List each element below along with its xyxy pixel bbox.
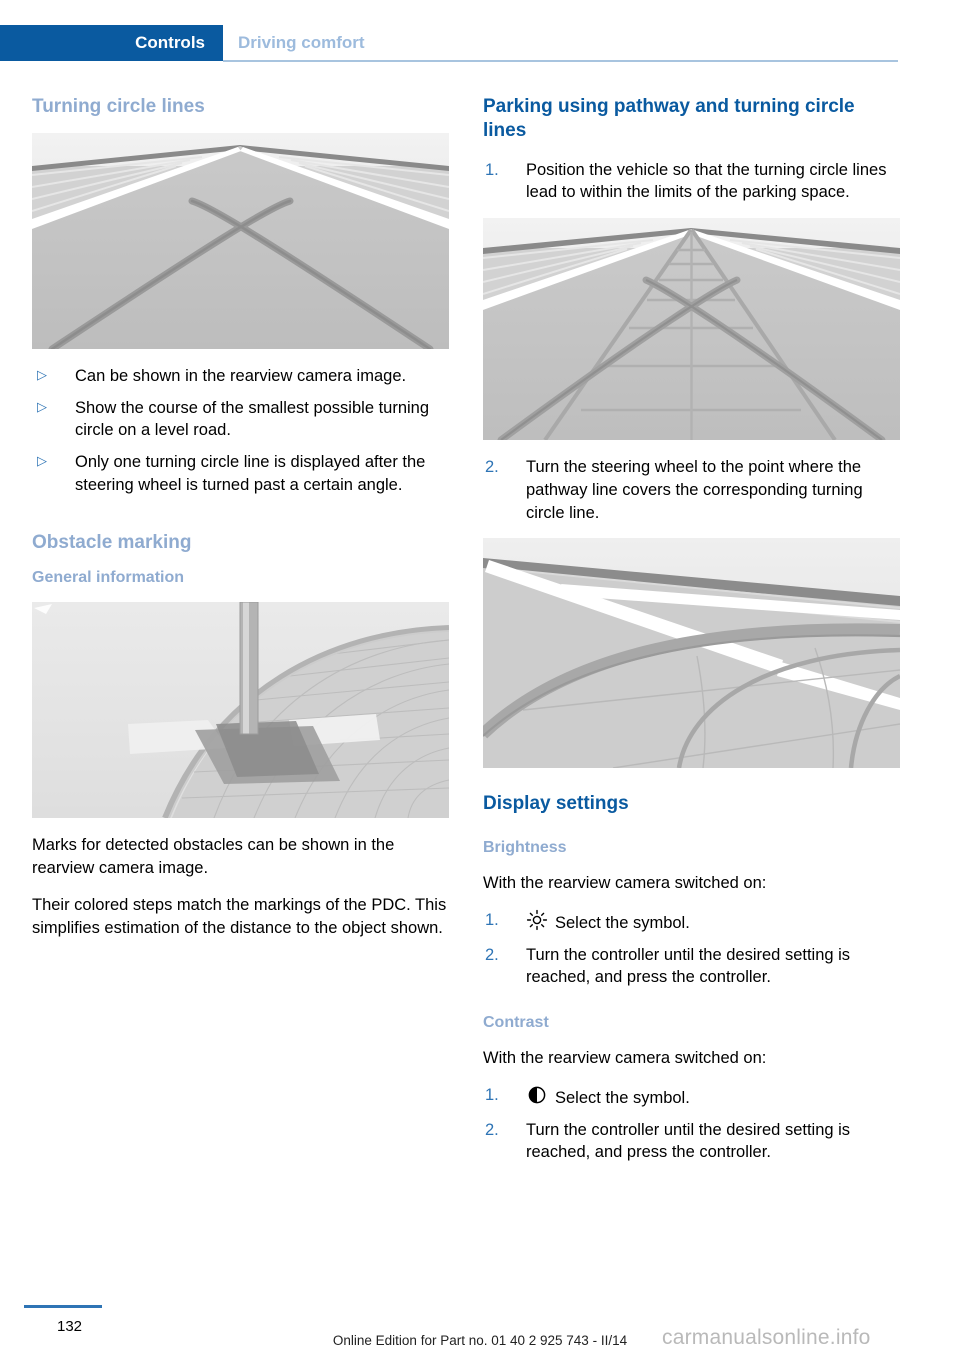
heading-brightness: Brightness bbox=[483, 839, 567, 857]
page-header: Controls Driving comfort bbox=[0, 25, 960, 61]
list-item-text: Turn the steering wheel to the point whe… bbox=[526, 458, 863, 522]
heading-contrast: Contrast bbox=[483, 1014, 549, 1032]
bullet-triangle-icon: ▷ bbox=[37, 366, 47, 382]
step-number: 2. bbox=[485, 945, 499, 964]
bullet-triangle-icon: ▷ bbox=[37, 453, 47, 469]
heading-general-information: General information bbox=[32, 569, 185, 587]
contrast-half-circle-icon bbox=[526, 1084, 548, 1104]
breadcrumb-tab-driving-comfort[interactable]: Driving comfort bbox=[238, 25, 365, 61]
parking-steps-list-first: 1. Position the vehicle so that the turn… bbox=[483, 159, 900, 205]
contrast-steps-list: 1. Select the symbol. 2. Turn the contro… bbox=[483, 1084, 900, 1164]
brightness-intro: With the rearview camera switched on: bbox=[483, 874, 767, 893]
parking-steps-list-second: 2. Turn the steering wheel to the point … bbox=[483, 456, 900, 524]
list-item-text: Position the vehicle so that the turning… bbox=[526, 160, 887, 202]
list-item: 1. Select the symbol. bbox=[483, 1084, 900, 1110]
figure-pathway-turning-lines bbox=[483, 218, 900, 441]
list-item-text: Select the symbol. bbox=[555, 913, 690, 932]
list-item: 2. Turn the controller until the desired… bbox=[483, 944, 900, 990]
heading-turning-circle-lines: Turning circle lines bbox=[32, 96, 205, 117]
list-item-text: Turn the controller until the desired se… bbox=[526, 1120, 851, 1162]
list-item: 1. Position the vehicle so that the turn… bbox=[483, 159, 900, 205]
list-item: ▷ Can be shown in the rearview camera im… bbox=[32, 365, 449, 388]
figure-pathway-covering-turning-circle bbox=[483, 538, 900, 769]
list-item: ▷ Only one turning circle line is displa… bbox=[32, 451, 449, 497]
heading-display-settings: Display settings bbox=[483, 793, 629, 815]
turning-circle-bullet-list: ▷ Can be shown in the rearview camera im… bbox=[32, 365, 449, 497]
footer-divider bbox=[24, 1305, 102, 1308]
breadcrumb-tab-controls[interactable]: Controls bbox=[0, 25, 223, 61]
step-number: 1. bbox=[485, 160, 499, 179]
list-item: 2. Turn the controller until the desired… bbox=[483, 1119, 900, 1165]
heading-obstacle-marking: Obstacle marking bbox=[32, 531, 192, 553]
heading-parking-using-pathway: Parking using pathway and turning circle… bbox=[483, 96, 855, 141]
list-item-text: Only one turning circle line is displaye… bbox=[75, 453, 426, 494]
right-column: Parking using pathway and turning circle… bbox=[483, 95, 900, 1173]
step-number: 1. bbox=[485, 910, 499, 929]
step-number: 2. bbox=[485, 1120, 499, 1139]
breadcrumb-tab-driving-comfort-label: Driving comfort bbox=[238, 33, 365, 52]
brightness-sun-icon bbox=[526, 909, 548, 930]
list-item-text: Select the symbol. bbox=[555, 1088, 690, 1107]
contrast-intro: With the rearview camera switched on: bbox=[483, 1049, 767, 1068]
brightness-steps-list: 1. Select the symbol. 2. Turn the contro… bbox=[483, 909, 900, 989]
left-column: Turning circle lines ▷ Can be shown in t… bbox=[32, 95, 449, 953]
bullet-triangle-icon: ▷ bbox=[37, 398, 47, 414]
list-item-text: Show the course of the smallest possible… bbox=[75, 398, 430, 440]
obstacle-paragraph-1: Marks for detected obstacles can be show… bbox=[32, 836, 395, 878]
list-item: 2. Turn the steering wheel to the point … bbox=[483, 456, 900, 524]
list-item: ▷ Show the course of the smallest possib… bbox=[32, 397, 449, 443]
step-number: 2. bbox=[485, 458, 499, 477]
obstacle-paragraph-2: Their colored steps match the markings o… bbox=[32, 895, 447, 937]
step-number: 1. bbox=[485, 1085, 499, 1104]
list-item-text: Can be shown in the rearview camera imag… bbox=[75, 366, 407, 385]
watermark: carmanualsonline.info bbox=[662, 1326, 871, 1349]
figure-obstacle-marking bbox=[32, 602, 449, 819]
figure-turning-circle-lines bbox=[32, 132, 449, 349]
header-divider bbox=[223, 60, 898, 62]
breadcrumb-tab-controls-label: Controls bbox=[135, 33, 205, 52]
list-item: 1. Select the symbol. bbox=[483, 909, 900, 935]
list-item-text: Turn the controller until the desired se… bbox=[526, 945, 851, 987]
